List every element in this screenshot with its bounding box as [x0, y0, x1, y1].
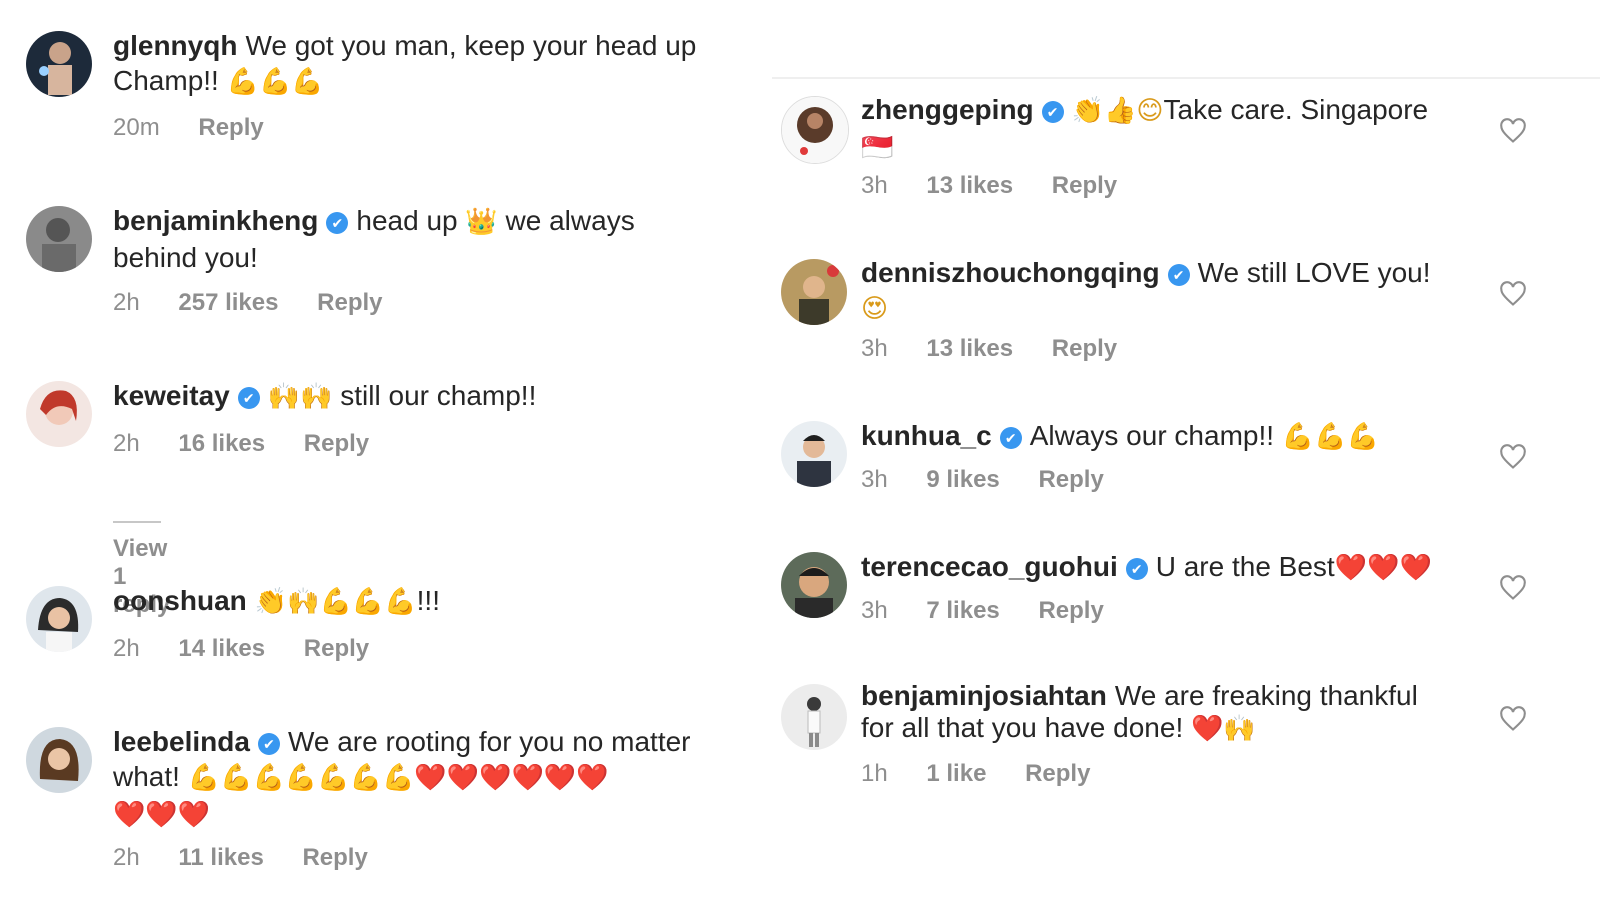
- clap-hands-biceps-emoji: 👏🙌💪💪💪: [254, 587, 417, 617]
- like-heart-icon[interactable]: [1499, 281, 1527, 307]
- flexed-biceps-emoji: 💪💪💪💪💪💪💪: [187, 763, 415, 793]
- username[interactable]: zhenggeping: [861, 94, 1034, 125]
- verified-badge-icon: ✔: [257, 733, 280, 755]
- reply-button[interactable]: Reply: [198, 114, 263, 142]
- likes-count[interactable]: 257 likes: [178, 289, 278, 317]
- like-heart-icon[interactable]: [1499, 444, 1527, 470]
- avatar[interactable]: [26, 31, 92, 97]
- avatar[interactable]: [781, 684, 847, 750]
- timestamp: 20m: [113, 114, 160, 141]
- username[interactable]: leebelinda: [113, 726, 250, 757]
- username[interactable]: benjaminjosiahtan: [861, 680, 1107, 711]
- timestamp: 1h: [861, 760, 888, 787]
- comment-text: U are the Best: [1155, 551, 1335, 582]
- username[interactable]: glennyqh: [113, 30, 237, 61]
- comment-text: still our champ!!: [340, 380, 537, 411]
- avatar[interactable]: [26, 727, 92, 793]
- red-heart-emoji: ❤️❤️❤️: [113, 800, 211, 830]
- like-heart-icon[interactable]: [1499, 118, 1527, 144]
- clap-thumbs-smile-emoji: 👏👍😊: [1071, 96, 1164, 126]
- reply-button[interactable]: Reply: [302, 844, 367, 872]
- username[interactable]: oonshuan: [113, 585, 247, 616]
- likes-count[interactable]: 13 likes: [926, 172, 1013, 200]
- timestamp: 3h: [861, 597, 888, 624]
- avatar[interactable]: [781, 259, 847, 325]
- username[interactable]: kunhua_c: [861, 420, 992, 451]
- heart-eyes-emoji: 😍: [861, 294, 889, 324]
- verified-badge-icon: ✔: [999, 427, 1022, 449]
- timestamp: 2h: [113, 844, 140, 871]
- reply-button[interactable]: Reply: [1052, 335, 1117, 363]
- left-comments-panel: glennyqh We got you man, keep your head u…: [0, 0, 770, 900]
- red-heart-emoji: ❤️❤️❤️❤️❤️❤️: [414, 763, 609, 793]
- reply-button[interactable]: Reply: [1038, 597, 1103, 625]
- like-heart-icon[interactable]: [1499, 706, 1527, 732]
- replies-dash: [113, 520, 161, 523]
- singapore-flag-emoji: 🇸🇬: [861, 133, 894, 163]
- comment-text-cont: what!: [113, 761, 180, 792]
- comment-text: We still LOVE you!: [1197, 257, 1431, 288]
- likes-count[interactable]: 11 likes: [178, 844, 263, 872]
- verified-badge-icon: ✔: [1125, 558, 1148, 580]
- likes-count[interactable]: 7 likes: [926, 597, 999, 625]
- heart-raising-hands-emoji: ❤️🙌: [1191, 714, 1256, 744]
- likes-count[interactable]: 9 likes: [926, 466, 999, 494]
- avatar[interactable]: [781, 552, 847, 618]
- timestamp: 2h: [113, 635, 140, 662]
- like-heart-icon[interactable]: [1499, 575, 1527, 601]
- comment-text: Always our champ!!: [1029, 420, 1275, 451]
- avatar[interactable]: [26, 381, 92, 447]
- reply-button[interactable]: Reply: [317, 289, 382, 317]
- timestamp: 2h: [113, 289, 140, 316]
- reply-button[interactable]: Reply: [304, 430, 369, 458]
- comment-text-cont: behind you!: [113, 242, 258, 273]
- username[interactable]: denniszhouchongqing: [861, 257, 1160, 288]
- comment-text-cont: for all that you have done!: [861, 712, 1184, 743]
- verified-badge-icon: ✔: [237, 387, 260, 409]
- timestamp: 2h: [113, 430, 140, 457]
- avatar[interactable]: [26, 206, 92, 272]
- raising-hands-emoji: 🙌🙌: [267, 382, 333, 412]
- likes-count[interactable]: 16 likes: [178, 430, 265, 458]
- reply-button[interactable]: Reply: [304, 635, 369, 663]
- comment-text: We got you man, keep your head up: [245, 30, 697, 61]
- reply-button[interactable]: Reply: [1038, 466, 1103, 494]
- avatar[interactable]: [26, 586, 92, 652]
- likes-count[interactable]: 14 likes: [178, 635, 265, 663]
- flexed-biceps-emoji: 💪💪💪: [1281, 422, 1379, 452]
- right-comments-panel: zhenggeping ✔ 👏👍😊Take care. Singapore 🇸🇬 3…: [772, 0, 1600, 900]
- reply-button[interactable]: Reply: [1025, 760, 1090, 788]
- comment-text: Take care. Singapore: [1163, 94, 1429, 125]
- verified-badge-icon: ✔: [326, 212, 349, 234]
- comment-text: We are freaking thankful: [1114, 680, 1418, 711]
- username[interactable]: terencecao_guohui: [861, 551, 1118, 582]
- likes-count[interactable]: 1 like: [926, 760, 986, 788]
- avatar[interactable]: [781, 96, 849, 164]
- reply-button[interactable]: Reply: [1052, 172, 1117, 200]
- flexed-biceps-emoji: 💪💪💪: [226, 67, 324, 97]
- username[interactable]: benjaminkheng: [113, 205, 318, 236]
- comment-text-after: we always: [505, 205, 635, 236]
- verified-badge-icon: ✔: [1167, 264, 1190, 286]
- username[interactable]: keweitay: [113, 380, 230, 411]
- likes-count[interactable]: 13 likes: [926, 335, 1013, 363]
- comment-text-cont: Champ!!: [113, 65, 219, 96]
- verified-badge-icon: ✔: [1041, 101, 1064, 123]
- avatar[interactable]: [781, 421, 847, 487]
- timestamp: 3h: [861, 335, 888, 362]
- red-heart-emoji: ❤️❤️❤️: [1334, 553, 1432, 583]
- comment-text: !!!: [416, 585, 440, 616]
- timestamp: 3h: [861, 466, 888, 493]
- crown-emoji: 👑: [465, 207, 498, 237]
- comment-text: We are rooting for you no matter: [287, 726, 691, 757]
- timestamp: 3h: [861, 172, 888, 199]
- comment-text: head up: [356, 205, 458, 236]
